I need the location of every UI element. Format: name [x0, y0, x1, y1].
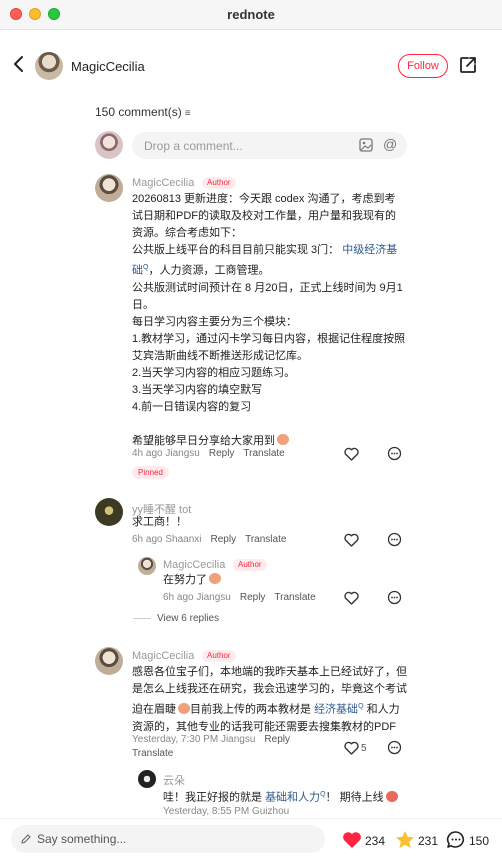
star-icon[interactable] — [395, 830, 415, 849]
comment-text: 20260813 更新进度：今天跟 codex 沟通了，考虑到考 试日期和PDF… — [132, 191, 412, 450]
reply-bubble-icon[interactable] — [387, 532, 402, 547]
emoji-icon — [277, 433, 289, 445]
comment-time: 6h ago Shaanxi — [132, 534, 202, 545]
comment-input-placeholder: Drop a comment... — [144, 139, 243, 153]
image-icon[interactable] — [359, 138, 373, 152]
reply-text: 哇！我正好报的就是 基础和人力Q！ 期待上线 — [163, 786, 398, 807]
like-icon[interactable] — [344, 741, 359, 755]
sort-icon[interactable]: ≡ — [185, 108, 191, 119]
comment-avatar[interactable] — [95, 498, 123, 526]
back-icon[interactable] — [11, 54, 27, 74]
like-total: 234 — [365, 834, 386, 848]
comment-username[interactable]: MagicCecilia — [132, 650, 194, 662]
reply-avatar[interactable] — [138, 770, 156, 788]
view-replies-label: View 6 replies — [157, 613, 220, 624]
author-badge: Author — [233, 559, 267, 571]
reply-bubble-icon[interactable] — [387, 590, 402, 605]
keyword-link-tail[interactable]: 础 — [132, 265, 143, 277]
author-avatar[interactable] — [35, 52, 63, 80]
comment-line: 公共版上线平台的科目目前只能实现 3门： 中级经济基 — [132, 244, 398, 256]
comment-line: 日。 — [132, 298, 154, 311]
comment-line: 每日学习内容主要分为三个模块： — [132, 315, 297, 328]
comment-avatar[interactable] — [95, 647, 123, 675]
keyword-link[interactable]: 基础和人力 — [265, 792, 320, 804]
say-something-input[interactable]: Say something... — [11, 825, 325, 853]
comment-input[interactable]: Drop a comment... @ — [132, 132, 407, 159]
comment-bubble-icon[interactable] — [446, 830, 466, 849]
reply-avatar[interactable] — [138, 557, 156, 575]
comment-count-label: 150 comment(s) — [95, 105, 182, 119]
comment-line: 艾宾浩斯曲线不断推送形成记忆库。 — [132, 349, 308, 362]
like-icon[interactable] — [344, 447, 359, 461]
translate-button[interactable]: Translate — [243, 448, 284, 459]
keyword-link[interactable]: 中级经济基 — [342, 244, 397, 256]
divider — [133, 617, 151, 619]
keyword-link[interactable]: 经济基础 — [314, 704, 358, 716]
comment-meta: 6h ago Shaanxi Reply Translate — [132, 534, 286, 545]
translate-button[interactable]: Translate — [274, 592, 315, 603]
reply-button[interactable]: Reply — [209, 448, 235, 459]
author-badge: Author — [202, 650, 236, 662]
comment-meta-2: Translate — [132, 748, 173, 759]
comment-line: 1.教材学习，通过闪卡学习每日内容，根据记住程度按照 — [132, 332, 406, 345]
reply-button[interactable]: Reply — [264, 734, 290, 745]
window-title: rednote — [227, 7, 275, 22]
say-something-placeholder: Say something... — [37, 832, 127, 846]
reply-meta: Yesterday, 8:55 PM Guizhou — [163, 806, 289, 817]
pencil-icon — [21, 834, 31, 844]
reply-bubble-icon[interactable] — [387, 446, 402, 461]
collect-total: 231 — [418, 834, 439, 848]
post-header: MagicCecilia Follow — [0, 30, 502, 102]
comment-line: 感恩各位宝子们，本地端的我昨天基本上已经试好了，但 — [132, 666, 407, 678]
emoji-icon — [178, 702, 190, 714]
comment-line: 公共版测试时间预计在 8 月20日，正式上线时间为 9月1 — [132, 281, 403, 294]
like-icon[interactable] — [344, 591, 359, 605]
comment-line: 迫在眉睫 目前我上传的两本教材是 经济基础Q 和人力 — [132, 702, 400, 716]
like-filled-icon[interactable] — [342, 830, 362, 849]
bottom-bar: Say something... 234 231 150 — [0, 818, 502, 859]
reply-button[interactable]: Reply — [240, 592, 266, 603]
my-avatar — [95, 131, 123, 159]
like-count: 5 — [361, 743, 367, 754]
comment-avatar[interactable] — [95, 174, 123, 202]
mention-icon[interactable]: @ — [383, 136, 397, 152]
comment-line: 3.当天学习内容的填空默写 — [132, 383, 263, 396]
emoji-icon — [385, 790, 398, 802]
comment-meta: 4h ago Jiangsu Reply Translate — [132, 448, 285, 459]
comment-total: 150 — [469, 834, 490, 848]
comment-line: 资源。综合考虑如下： — [132, 227, 242, 239]
reply-time: 6h ago Jiangsu — [163, 592, 231, 603]
comment-line: 是怎么上线我还在研究，我会迅速学习的，毕竟这个考试 — [132, 683, 407, 695]
comment-meta: Yesterday, 7:30 PM Jiangsu Reply — [132, 734, 290, 745]
search-icon: Q — [358, 703, 364, 710]
comment-time: Yesterday, 7:30 PM Jiangsu — [132, 734, 256, 745]
follow-button[interactable]: Follow — [398, 54, 448, 78]
translate-button[interactable]: Translate — [132, 748, 173, 759]
comment-count: 150 comment(s) ≡ — [95, 105, 191, 119]
reply-time: Yesterday, 8:55 PM Guizhou — [163, 806, 290, 817]
reply-button[interactable]: Reply — [211, 534, 237, 545]
comment-line: 2.当天学习内容的相应习题练习。 — [132, 366, 296, 379]
like-icon[interactable] — [344, 533, 359, 547]
view-replies-link[interactable]: View 6 replies — [133, 613, 219, 624]
share-icon[interactable] — [458, 55, 478, 75]
comment-username[interactable]: MagicCecilia — [132, 177, 194, 189]
author-badge: Author — [202, 177, 236, 189]
comment-time: 4h ago Jiangsu — [132, 448, 200, 459]
comment-line: 础Q，人力资源，工商管理。 — [132, 264, 270, 277]
translate-button[interactable]: Translate — [245, 534, 286, 545]
reply-text: 在努力了 — [163, 572, 221, 589]
comment-text: 求工商！！ — [132, 516, 187, 528]
reply-meta: 6h ago Jiangsu Reply Translate — [163, 592, 316, 603]
comment-line: 试日期和PDF的读取及校对工作量，用户量和我现有的 — [132, 210, 396, 222]
comment-text: 感恩各位宝子们，本地端的我昨天基本上已经试好了，但 是怎么上线我还在研究，我会迅… — [132, 664, 412, 736]
reply-username[interactable]: MagicCecilia — [163, 559, 225, 571]
window-titlebar: rednote — [0, 0, 502, 30]
pinned-badge: Pinned — [132, 466, 169, 479]
comment-line: 4.前一日错误内容的复习 — [132, 400, 252, 413]
emoji-icon — [209, 573, 221, 584]
author-name[interactable]: MagicCecilia — [71, 59, 145, 74]
reply-bubble-icon[interactable] — [387, 740, 402, 755]
comment-line: 20260813 更新进度：今天跟 codex 沟通了，考虑到考 — [132, 193, 396, 205]
